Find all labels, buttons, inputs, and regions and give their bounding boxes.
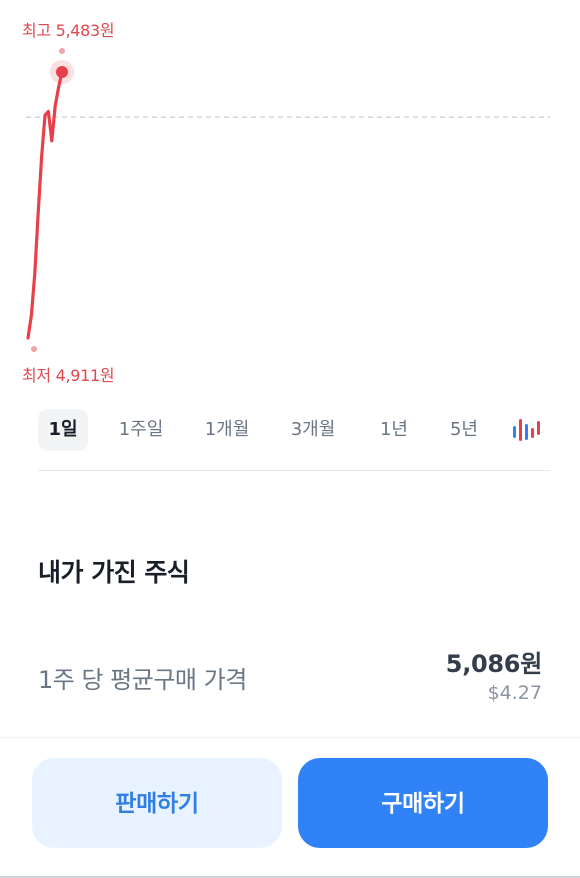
sell-button[interactable]: 판매하기 <box>32 758 282 848</box>
low-marker-dot <box>31 346 37 352</box>
stock-detail-screen: 최고 5,483원 최저 4,911원 1일 1주일 1개월 3개월 1년 5년… <box>0 0 580 878</box>
candlestick-chart-icon[interactable] <box>510 413 544 447</box>
current-price-point <box>56 66 68 78</box>
buy-button[interactable]: 구매하기 <box>298 758 548 848</box>
my-stocks-title: 내가 가진 주식 <box>38 558 190 587</box>
bottom-bar-divider <box>0 737 580 738</box>
tab-1w[interactable]: 1주일 <box>110 409 172 451</box>
tab-1d[interactable]: 1일 <box>38 409 88 451</box>
tab-1y[interactable]: 1년 <box>372 409 416 451</box>
high-marker-dot <box>59 48 65 54</box>
avg-price-krw: 5,086원 <box>445 650 543 678</box>
tab-5y[interactable]: 5년 <box>442 409 486 451</box>
price-series-line <box>26 70 64 340</box>
price-chart-svg <box>26 48 550 352</box>
tab-1m[interactable]: 1개월 <box>194 409 260 451</box>
price-chart: 최고 5,483원 최저 4,911원 <box>0 0 580 395</box>
avg-price-usd: $4.27 <box>487 682 542 704</box>
chart-high-label: 최고 5,483원 <box>22 21 115 40</box>
chart-low-label: 최저 4,911원 <box>22 366 115 385</box>
avg-price-label: 1주 당 평균구매 가격 <box>38 666 247 694</box>
period-tabs: 1일 1주일 1개월 3개월 1년 5년 <box>38 409 548 451</box>
section-divider <box>38 470 550 471</box>
tab-3m[interactable]: 3개월 <box>280 409 346 451</box>
